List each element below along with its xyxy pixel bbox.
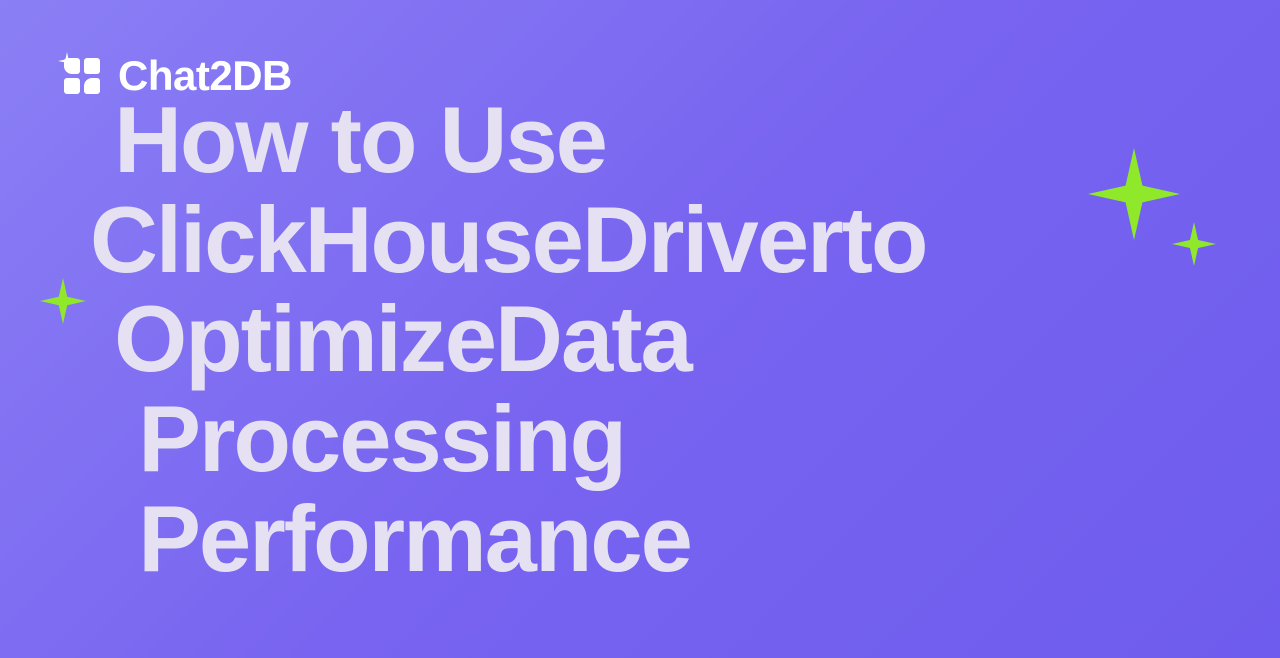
headline-line: Processing [138, 386, 625, 491]
sparkle-icon [58, 52, 76, 70]
headline-line: ClickHouseDriverto [90, 187, 926, 292]
sparkle-icon [1088, 148, 1180, 240]
headline-line: OptimizeData [114, 286, 691, 391]
sparkle-icon [1172, 222, 1216, 266]
headline-line: How to Use [114, 87, 606, 192]
sparkle-icon [40, 278, 86, 324]
headline-line: Performance [138, 486, 691, 591]
page-title: How to Use ClickHouseDriverto OptimizeDa… [90, 90, 926, 588]
